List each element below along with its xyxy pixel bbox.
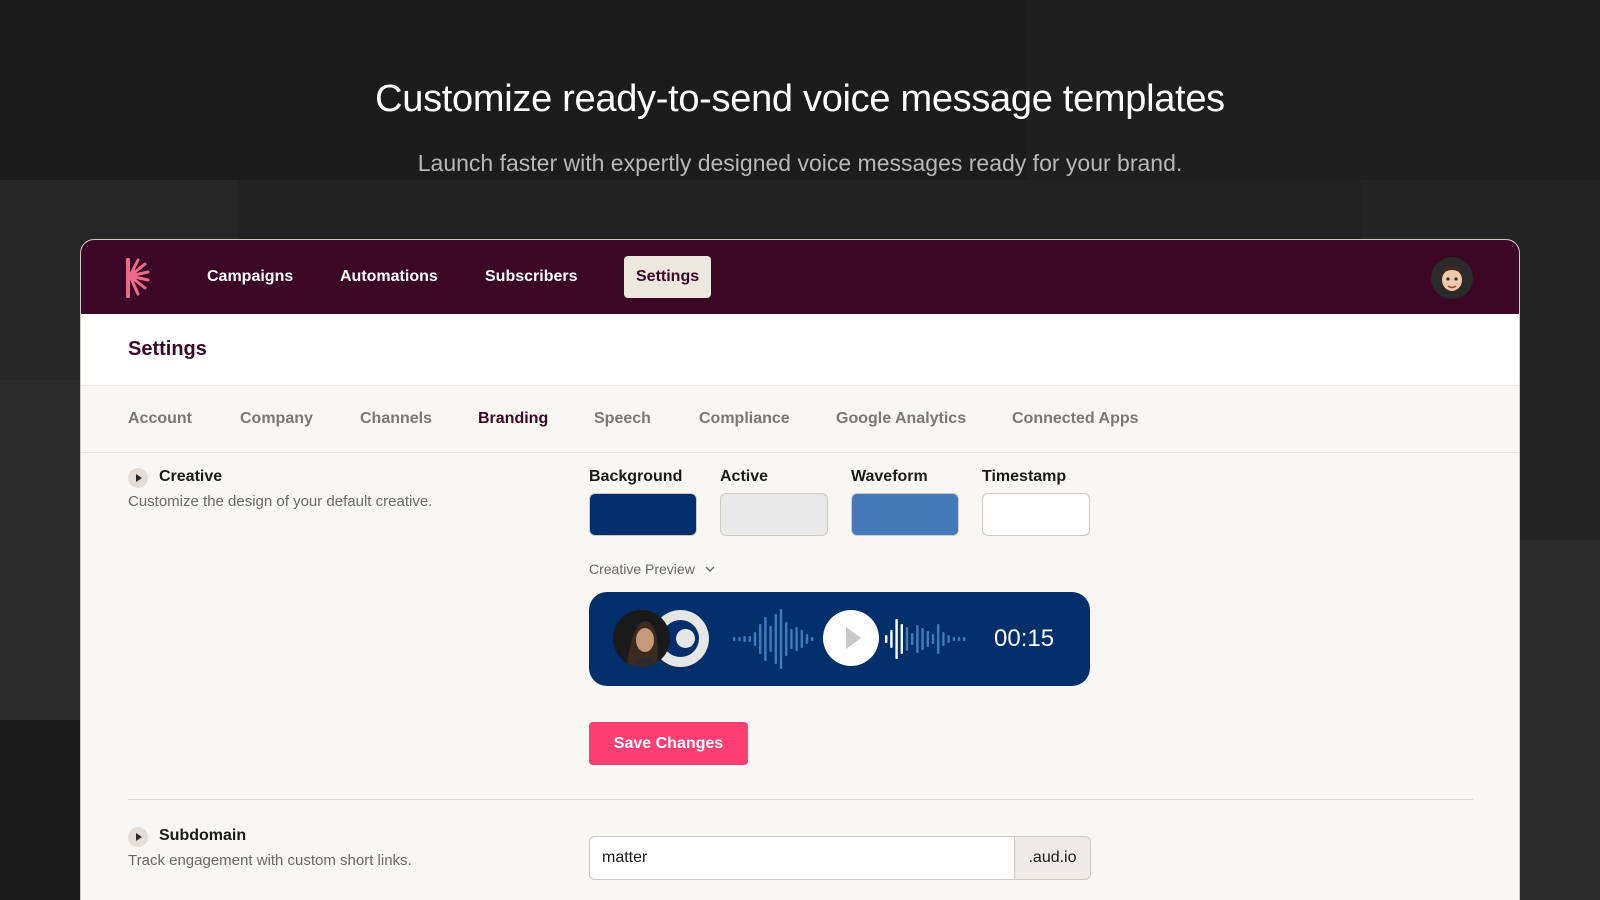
waveform-left-icon bbox=[733, 609, 814, 669]
nav-settings[interactable]: Settings bbox=[624, 256, 712, 298]
tab-google-analytics[interactable]: Google Analytics bbox=[836, 410, 966, 428]
subdomain-suffix: .aud.io bbox=[1014, 836, 1091, 880]
expand-play-icon[interactable] bbox=[128, 827, 148, 847]
app-window: Campaigns Automations Subscribers Settin… bbox=[80, 239, 1520, 900]
waveform-color-swatch[interactable] bbox=[851, 493, 959, 536]
waveform-bar bbox=[764, 617, 767, 661]
waveform-bar bbox=[779, 609, 783, 669]
waveform-bar bbox=[790, 629, 793, 649]
sunburst-logo-icon[interactable] bbox=[125, 256, 151, 300]
waveform-bar bbox=[748, 636, 751, 642]
page-title: Settings bbox=[128, 338, 207, 360]
background-tile bbox=[0, 380, 80, 720]
play-button[interactable] bbox=[823, 610, 879, 666]
waveform-bar bbox=[738, 637, 741, 641]
tab-connected-apps[interactable]: Connected Apps bbox=[1012, 410, 1139, 428]
swatch-label-timestamp: Timestamp bbox=[982, 468, 1067, 485]
settings-content: Creative Customize the design of your de… bbox=[81, 453, 1519, 900]
nav-subscribers[interactable]: Subscribers bbox=[473, 256, 589, 298]
subdomain-input[interactable] bbox=[589, 836, 1015, 880]
swatch-label-background: Background bbox=[589, 468, 683, 485]
waveform-bar bbox=[733, 637, 736, 641]
waveform-bar bbox=[769, 626, 772, 652]
preview-timestamp: 00:15 bbox=[994, 625, 1055, 652]
creative-preview-player: 00:15 bbox=[589, 592, 1090, 686]
waveform-bar bbox=[905, 627, 909, 651]
speaker-photo bbox=[613, 610, 670, 667]
waveform-bar bbox=[916, 625, 919, 653]
tab-channels[interactable]: Channels bbox=[360, 410, 432, 428]
waveform-bar bbox=[921, 628, 924, 650]
waveform-bar bbox=[753, 632, 757, 646]
subdomain-section-description: Track engagement with custom short links… bbox=[128, 852, 412, 869]
waveform-bar bbox=[957, 637, 961, 641]
settings-tabs: Account Company Channels Branding Speech… bbox=[81, 386, 1519, 453]
page-header: Settings bbox=[81, 314, 1519, 386]
creative-section-title: Creative bbox=[159, 468, 223, 485]
waveform-bar bbox=[800, 630, 803, 648]
hero-subtitle: Launch faster with expertly designed voi… bbox=[417, 150, 1183, 176]
section-divider bbox=[128, 799, 1473, 800]
waveform-bar bbox=[805, 634, 809, 644]
play-icon bbox=[846, 627, 861, 649]
waveform-bar bbox=[942, 632, 945, 646]
save-changes-button[interactable]: Save Changes bbox=[589, 722, 748, 765]
tab-speech[interactable]: Speech bbox=[594, 410, 651, 428]
active-color-swatch[interactable] bbox=[720, 493, 828, 536]
waveform-bar bbox=[811, 637, 814, 641]
top-navigation-bar: Campaigns Automations Subscribers Settin… bbox=[81, 240, 1519, 314]
waveform-right-icon bbox=[885, 619, 966, 659]
tab-account[interactable]: Account bbox=[128, 410, 192, 428]
nav-campaigns[interactable]: Campaigns bbox=[195, 256, 305, 298]
waveform-bar bbox=[890, 630, 893, 648]
tab-compliance[interactable]: Compliance bbox=[699, 410, 790, 428]
waveform-bar bbox=[926, 631, 929, 647]
creative-preview-label: Creative Preview bbox=[589, 561, 695, 577]
creative-preview-toggle[interactable]: Creative Preview bbox=[589, 561, 715, 577]
waveform-bar bbox=[931, 634, 935, 644]
nav-automations[interactable]: Automations bbox=[328, 256, 450, 298]
creative-section-description: Customize the design of your default cre… bbox=[128, 493, 433, 510]
hero-title: Customize ready-to-send voice message te… bbox=[375, 78, 1225, 120]
waveform-bar bbox=[759, 624, 762, 654]
subdomain-section-title: Subdomain bbox=[159, 827, 247, 844]
waveform-bar bbox=[743, 636, 746, 642]
waveform-bar bbox=[937, 624, 940, 654]
waveform-bar bbox=[785, 622, 788, 656]
waveform-bar bbox=[947, 635, 950, 643]
background-color-swatch[interactable] bbox=[589, 493, 697, 536]
swatch-label-waveform: Waveform bbox=[851, 468, 928, 485]
user-avatar-icon[interactable] bbox=[1431, 257, 1473, 299]
tab-branding[interactable]: Branding bbox=[478, 410, 548, 428]
waveform-bar bbox=[963, 637, 966, 641]
waveform-bar bbox=[895, 619, 898, 659]
background-tile bbox=[1520, 540, 1600, 900]
tab-company[interactable]: Company bbox=[240, 410, 313, 428]
swatch-label-active: Active bbox=[720, 468, 769, 485]
chevron-down-icon bbox=[705, 559, 715, 575]
waveform-bar bbox=[885, 635, 888, 643]
waveform-bar bbox=[795, 627, 798, 651]
waveform-bar bbox=[911, 633, 914, 645]
waveform-bar bbox=[774, 614, 777, 664]
background-tile bbox=[238, 180, 1362, 240]
timestamp-color-swatch[interactable] bbox=[982, 493, 1090, 536]
waveform-bar bbox=[952, 637, 955, 641]
expand-play-icon[interactable] bbox=[128, 468, 148, 488]
waveform-bar bbox=[900, 624, 903, 654]
